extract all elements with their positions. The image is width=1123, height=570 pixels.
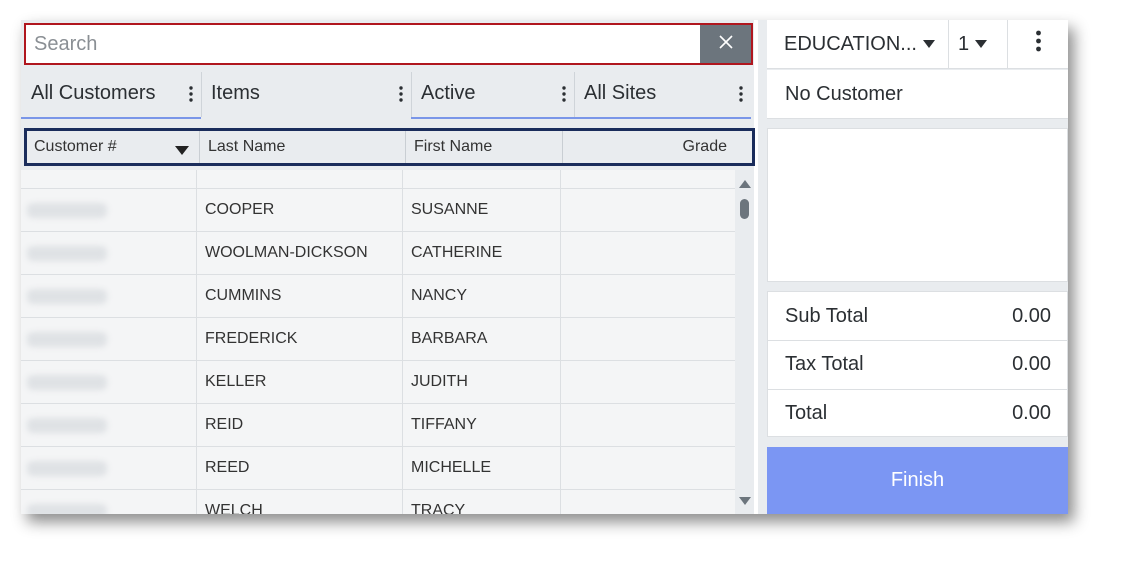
pos-window: All Customers Items Active	[21, 20, 1068, 514]
filter-status[interactable]: Active	[411, 70, 574, 119]
divider	[562, 131, 563, 163]
redacted-customer-number	[27, 289, 107, 304]
caret-down-icon	[975, 40, 988, 48]
scroll-thumb[interactable]	[740, 199, 749, 219]
first-name-cell: NANCY	[411, 287, 468, 304]
more-options-button[interactable]	[1008, 20, 1068, 68]
kebab-menu-icon[interactable]	[181, 85, 201, 102]
scroll-up-icon[interactable]	[739, 180, 751, 188]
first-name-cell: MICHELLE	[411, 459, 492, 476]
column-header-label: Last Name	[208, 138, 286, 155]
clear-search-button[interactable]	[700, 25, 751, 63]
redacted-customer-number	[27, 246, 107, 261]
finish-button[interactable]: Finish	[767, 447, 1068, 514]
scroll-down-icon[interactable]	[739, 497, 751, 505]
table-row[interactable]: CUMMINS NANCY	[21, 275, 735, 318]
table-row[interactable]: REED MICHELLE	[21, 447, 735, 490]
table-row[interactable]: REID TIFFANY	[21, 404, 735, 447]
filter-label: Items	[211, 82, 260, 104]
last-name-cell: CUMMINS	[205, 287, 282, 304]
filter-label: Active	[421, 82, 476, 104]
table-row[interactable]: WELCH TRACY	[21, 490, 735, 514]
first-name-cell: CATHERINE	[411, 244, 503, 261]
site-select[interactable]: EDUCATION...	[784, 20, 944, 68]
column-header-last-name[interactable]: Last Name	[208, 131, 398, 163]
transaction-lines	[767, 128, 1068, 282]
table-row[interactable]: COOPER SUSANNE	[21, 189, 735, 232]
column-header-customer-no[interactable]: Customer #	[34, 131, 194, 163]
transaction-panel: EDUCATION... 1 No Customer Sub Total 0.0…	[758, 20, 1068, 514]
search-box	[24, 23, 753, 65]
divider	[199, 131, 200, 163]
subtotal-row: Sub Total 0.00	[768, 292, 1067, 340]
total-row: Total 0.00	[768, 389, 1067, 437]
last-name-cell: WELCH	[205, 502, 263, 514]
transaction-toolbar: EDUCATION... 1	[767, 20, 1068, 69]
column-header-label: Grade	[682, 138, 727, 155]
divider	[405, 131, 406, 163]
subtotal-label: Sub Total	[785, 304, 869, 327]
divider	[948, 20, 949, 68]
filter-customers[interactable]: All Customers	[21, 70, 201, 119]
first-name-cell: JUDITH	[411, 373, 468, 390]
first-name-cell: TIFFANY	[411, 416, 477, 433]
sort-desc-icon[interactable]	[175, 142, 189, 160]
table-row[interactable]	[21, 170, 735, 189]
site-select-value: EDUCATION...	[784, 32, 917, 55]
filter-sites[interactable]: All Sites	[574, 70, 751, 119]
table-header: Customer # Last Name First Name Grade	[24, 128, 755, 166]
filter-items[interactable]: Items	[201, 70, 411, 119]
column-header-first-name[interactable]: First Name	[414, 131, 554, 163]
kebab-menu-icon[interactable]	[391, 85, 411, 102]
subtotal-value: 0.00	[1012, 304, 1051, 327]
table-row[interactable]: FREDERICK BARBARA	[21, 318, 735, 361]
redacted-customer-number	[27, 418, 107, 433]
caret-down-icon	[922, 40, 935, 48]
tax-total-row: Tax Total 0.00	[768, 340, 1067, 388]
redacted-customer-number	[27, 332, 107, 347]
filter-bar: All Customers Items Active All Sites	[21, 70, 754, 121]
redacted-customer-number	[27, 461, 107, 476]
last-name-cell: WOOLMAN-DICKSON	[205, 244, 368, 261]
table-row[interactable]: KELLER JUDITH	[21, 361, 735, 404]
last-name-cell: FREDERICK	[205, 330, 298, 347]
selected-customer[interactable]: No Customer	[767, 70, 1068, 119]
register-select-value: 1	[958, 32, 970, 55]
table-row[interactable]: WOOLMAN-DICKSON CATHERINE	[21, 232, 735, 275]
first-name-cell: BARBARA	[411, 330, 488, 347]
kebab-menu-icon[interactable]	[554, 85, 574, 102]
filter-label: All Sites	[584, 82, 657, 104]
register-select[interactable]: 1	[958, 20, 1008, 68]
filter-label: All Customers	[31, 82, 156, 104]
customer-lookup-panel: All Customers Items Active	[21, 20, 755, 514]
last-name-cell: KELLER	[205, 373, 267, 390]
first-name-cell: TRACY	[411, 502, 466, 514]
search-input[interactable]	[26, 25, 702, 63]
total-value: 0.00	[1012, 402, 1051, 424]
redacted-customer-number	[27, 504, 107, 514]
customer-table-body: COOPER SUSANNE WOOLMAN-DICKSON CATHERINE…	[21, 170, 735, 514]
last-name-cell: REID	[205, 416, 244, 433]
column-header-grade[interactable]: Grade	[567, 131, 727, 163]
more-vertical-icon	[1035, 30, 1041, 58]
totals-panel: Sub Total 0.00 Tax Total 0.00 Total 0.00	[767, 291, 1068, 437]
first-name-cell: SUSANNE	[411, 201, 489, 218]
tax-total-value: 0.00	[1012, 353, 1051, 375]
close-icon	[718, 34, 733, 54]
tax-total-label: Tax Total	[785, 353, 864, 375]
total-label: Total	[785, 402, 828, 424]
last-name-cell: REED	[205, 459, 250, 476]
redacted-customer-number	[27, 375, 107, 390]
redacted-customer-number	[27, 203, 107, 218]
column-header-label: First Name	[414, 138, 493, 155]
kebab-menu-icon[interactable]	[731, 85, 751, 102]
last-name-cell: COOPER	[205, 201, 275, 218]
table-scrollbar[interactable]	[735, 170, 754, 514]
column-header-label: Customer #	[34, 138, 117, 155]
